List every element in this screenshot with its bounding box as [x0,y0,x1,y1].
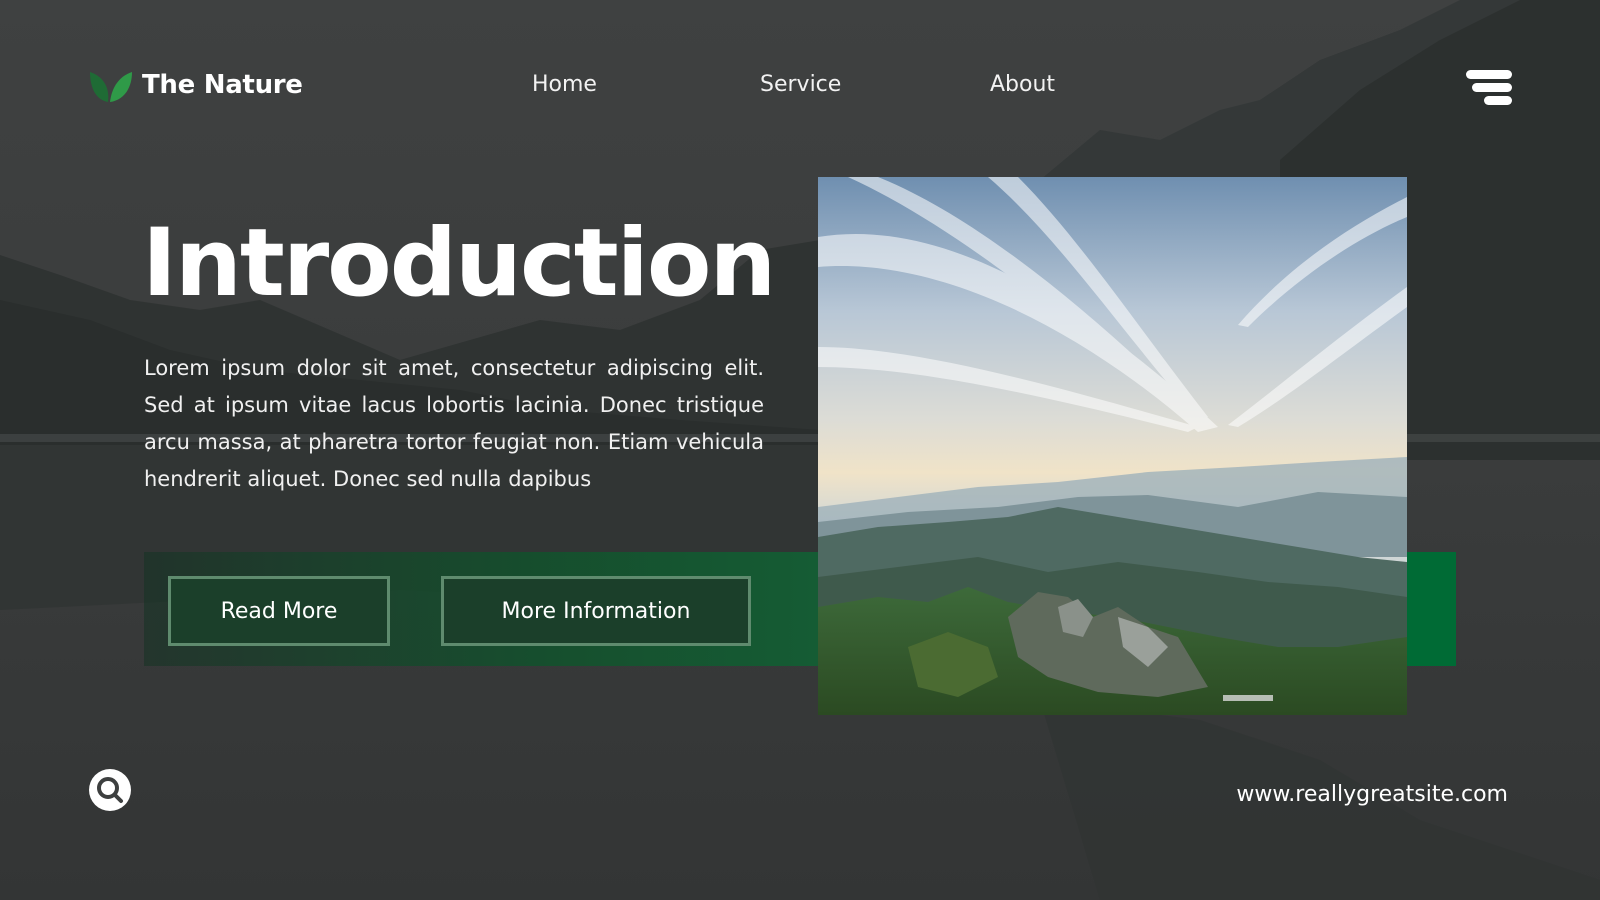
mountain-photo [818,177,1407,715]
hamburger-menu-icon[interactable] [1462,68,1512,108]
brand-name: The Nature [142,70,303,100]
site-url[interactable]: www.reallygreatsite.com [1236,782,1508,807]
page-title: Introduction [142,209,776,318]
brand-logo[interactable]: The Nature [88,66,303,104]
nav-home[interactable]: Home [532,72,597,97]
hero-description: Lorem ipsum dolor sit amet, consectetur … [144,356,764,491]
more-information-button[interactable]: More Information [441,576,751,646]
search-icon[interactable] [89,769,131,811]
accent-block [1406,552,1456,666]
leaf-icon [90,72,132,102]
nav-service[interactable]: Service [760,72,841,97]
read-more-button[interactable]: Read More [168,576,390,646]
nav-about[interactable]: About [990,72,1055,97]
